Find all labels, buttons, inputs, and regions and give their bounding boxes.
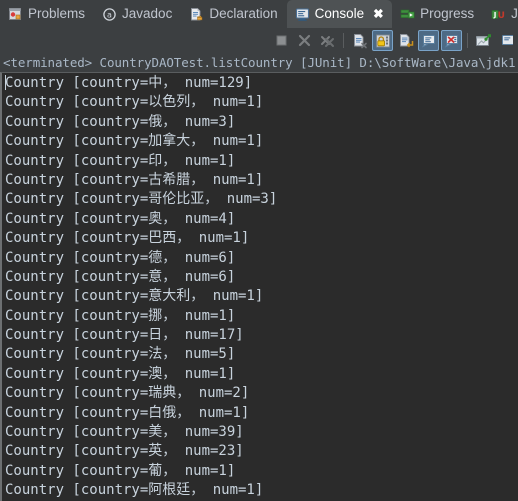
svg-text:a: a (107, 10, 112, 19)
console-line: Country [country=白俄， num=1] (5, 404, 250, 421)
tab-progress[interactable]: Progress (392, 0, 483, 28)
display-selected-console-button[interactable] (496, 30, 517, 51)
console-line: Country [country=以色列， num=1] (5, 94, 264, 111)
launch-status-line: <terminated> CountryDAOTest.listCountry … (0, 53, 518, 72)
console-line: Country [country=美， num=39] (5, 424, 244, 441)
toolbar-group-console (348, 28, 417, 53)
console-line: Country [country=巴西， num=1] (5, 230, 250, 247)
console-line: Country [country=英， num=23] (5, 443, 244, 460)
scroll-lock-button[interactable] (372, 30, 393, 51)
tab-declaration-label: Declaration (209, 6, 278, 22)
console-line: Country [country=印， num=1] (5, 152, 236, 169)
tab-junit-label: JUnit (511, 6, 518, 22)
tab-javadoc[interactable]: a Javadoc (94, 0, 181, 28)
progress-icon (400, 7, 415, 22)
close-icon[interactable]: ✖ (373, 8, 383, 21)
console-line: Country [country=德， num=6] (5, 249, 236, 266)
declaration-icon (189, 7, 204, 22)
svg-text:U: U (498, 11, 505, 21)
javadoc-icon: a (102, 7, 117, 22)
problems-icon (8, 7, 23, 22)
terminate-button[interactable] (271, 30, 292, 51)
clear-console-button[interactable] (349, 30, 370, 51)
console-line: Country [country=俄， num=3] (5, 113, 236, 130)
toolbar-separator-1 (343, 33, 344, 48)
console-line: Country [country=法， num=5] (5, 346, 236, 363)
tab-problems-label: Problems (28, 6, 86, 22)
console-output-area[interactable]: Country [country=中， num=129] Country [cou… (0, 72, 518, 501)
toolbar-group-show (417, 28, 463, 53)
console-line: Country [country=古希腊， num=1] (5, 171, 264, 188)
show-console-on-error-button[interactable] (441, 30, 462, 51)
toolbar-group-launch (270, 28, 339, 53)
console-line: Country [country=阿根廷， num=1] (5, 482, 264, 499)
console-line: Country [country=意大利， num=1] (5, 288, 264, 305)
console-line: Country [country=加拿大， num=1] (5, 133, 264, 150)
tab-console-label: Console (314, 6, 365, 22)
tab-progress-label: Progress (420, 6, 475, 22)
console-line: Country [country=葡， num=1] (5, 462, 236, 479)
show-console-on-output-button[interactable] (418, 30, 439, 51)
console-line-list: Country [country=中， num=129] Country [cou… (2, 74, 518, 501)
console-line: Country [country=中， num=129] (5, 75, 253, 91)
console-line: Country [country=澳， num=1] (5, 365, 236, 382)
toolbar-group-pin (472, 28, 518, 53)
junit-icon: J U (491, 7, 506, 22)
word-wrap-button[interactable] (395, 30, 416, 51)
console-line: Country [country=日， num=17] (5, 327, 244, 344)
toolbar-separator-2 (467, 33, 468, 48)
console-line: Country [country=瑞典， num=2] (5, 385, 250, 402)
view-tab-bar: Problems a Javadoc Declaration Console ✖… (0, 0, 518, 28)
tab-problems[interactable]: Problems (0, 0, 94, 28)
console-line: Country [country=奥， num=4] (5, 210, 236, 227)
console-toolbar (0, 28, 518, 53)
pin-console-button[interactable] (473, 30, 494, 51)
tab-console[interactable]: Console ✖ (286, 0, 393, 28)
remove-launch-button[interactable] (294, 30, 315, 51)
tab-declaration[interactable]: Declaration (181, 0, 286, 28)
tab-javadoc-label: Javadoc (122, 6, 173, 22)
tab-junit[interactable]: J U JUnit (483, 0, 518, 28)
remove-all-terminated-button[interactable] (317, 30, 338, 51)
console-line: Country [country=挪， num=1] (5, 307, 236, 324)
svg-text:J: J (493, 11, 497, 19)
console-icon (295, 7, 310, 22)
console-line: Country [country=意， num=6] (5, 268, 236, 285)
console-line: Country [country=哥伦比亚， num=3] (5, 191, 278, 208)
eclipse-console-view: Problems a Javadoc Declaration Console ✖… (0, 0, 518, 501)
